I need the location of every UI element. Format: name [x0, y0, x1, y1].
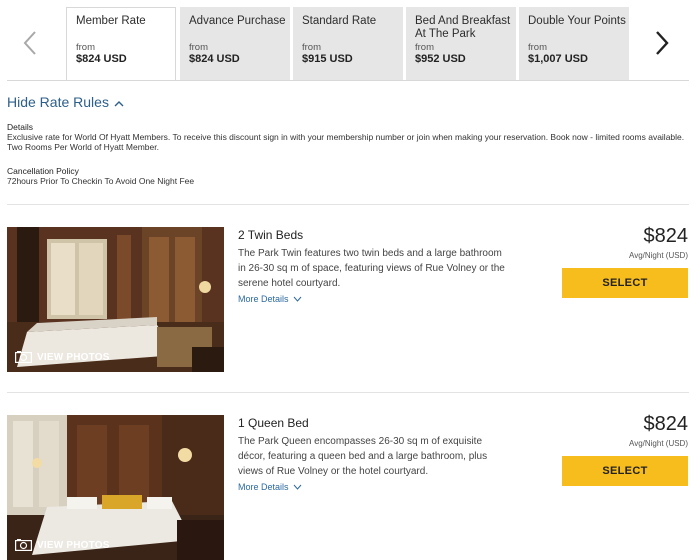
- chevron-right-icon: [656, 31, 669, 55]
- tab-member-rate[interactable]: Member Rate from $824 USD: [66, 7, 176, 80]
- tab-from-label: from: [76, 42, 95, 53]
- room-photo[interactable]: VIEW PHOTOS: [7, 227, 224, 372]
- room-title: 1 Queen Bed: [238, 416, 309, 430]
- tab-name: Bed And Breakfast At The Park: [415, 15, 511, 40]
- more-details-label: More Details: [238, 294, 289, 304]
- section-divider: [7, 204, 689, 205]
- tab-price: $952 USD: [415, 53, 466, 65]
- room-description: The Park Queen encompasses 26-30 sq m of…: [238, 436, 488, 477]
- room-card-twin: VIEW PHOTOS 2 Twin Beds The Park Twin fe…: [7, 225, 689, 372]
- tab-price: $915 USD: [302, 53, 353, 65]
- tab-bed-and-breakfast[interactable]: Bed And Breakfast At The Park from $952 …: [406, 7, 516, 80]
- tab-price: $824 USD: [76, 53, 127, 65]
- rate-tabs: Member Rate from $824 USD Advance Purcha…: [0, 0, 696, 81]
- room-photo[interactable]: VIEW PHOTOS: [7, 415, 224, 560]
- view-photos-button[interactable]: VIEW PHOTOS: [15, 351, 110, 363]
- room-title: 2 Twin Beds: [238, 228, 304, 242]
- tab-double-your-points[interactable]: Double Your Points from $1,007 USD: [519, 7, 629, 80]
- cancellation-policy-text: 72hours Prior To Checkin To Avoid One Ni…: [7, 176, 195, 186]
- more-details-label: More Details: [238, 482, 289, 492]
- room-description: The Park Twin features two twin beds and…: [238, 248, 505, 289]
- tab-name: Advance Purchase: [189, 15, 286, 27]
- camera-icon: [15, 539, 32, 551]
- tab-name: Standard Rate: [302, 15, 377, 27]
- price-note: Avg/Night (USD): [629, 439, 688, 448]
- tab-standard-rate[interactable]: Standard Rate from $915 USD: [293, 7, 403, 80]
- tab-advance-purchase[interactable]: Advance Purchase from $824 USD: [180, 7, 290, 80]
- rate-rules-toggle-label: Hide Rate Rules: [7, 94, 109, 110]
- chevron-down-icon: [293, 296, 301, 302]
- select-button[interactable]: SELECT: [562, 456, 688, 486]
- more-details-link[interactable]: More Details: [238, 482, 302, 492]
- tabs-divider: [7, 80, 689, 81]
- tab-from-label: from: [189, 42, 208, 53]
- previous-rates-arrow[interactable]: [4, 8, 56, 78]
- chevron-up-icon: [114, 100, 124, 106]
- tab-from-label: from: [415, 42, 434, 53]
- room-card-queen: VIEW PHOTOS 1 Queen Bed The Park Queen e…: [7, 413, 689, 560]
- details-label: Details: [7, 122, 33, 132]
- more-details-link[interactable]: More Details: [238, 294, 302, 304]
- chevron-left-icon: [23, 31, 36, 55]
- view-photos-button[interactable]: VIEW PHOTOS: [15, 539, 110, 551]
- tab-from-label: from: [528, 42, 547, 53]
- tab-name: Double Your Points: [528, 15, 626, 27]
- view-photos-label: VIEW PHOTOS: [37, 539, 110, 551]
- next-rates-arrow[interactable]: [636, 8, 688, 78]
- tab-from-label: from: [302, 42, 321, 53]
- room-divider: [7, 392, 689, 393]
- cancellation-policy-label: Cancellation Policy: [7, 166, 79, 176]
- details-text: Exclusive rate for World Of Hyatt Member…: [7, 132, 685, 152]
- camera-icon: [15, 351, 32, 363]
- tab-name: Member Rate: [76, 15, 146, 27]
- view-photos-label: VIEW PHOTOS: [37, 351, 110, 363]
- rate-rules: Details Exclusive rate for World Of Hyat…: [7, 122, 692, 186]
- hide-rate-rules-toggle[interactable]: Hide Rate Rules: [7, 94, 124, 110]
- chevron-down-icon: [293, 484, 301, 490]
- room-price: $824: [643, 225, 689, 247]
- tab-price: $824 USD: [189, 53, 240, 65]
- select-button[interactable]: SELECT: [562, 268, 688, 298]
- tab-price: $1,007 USD: [528, 53, 588, 65]
- room-price: $824: [643, 413, 689, 435]
- price-note: Avg/Night (USD): [629, 251, 688, 260]
